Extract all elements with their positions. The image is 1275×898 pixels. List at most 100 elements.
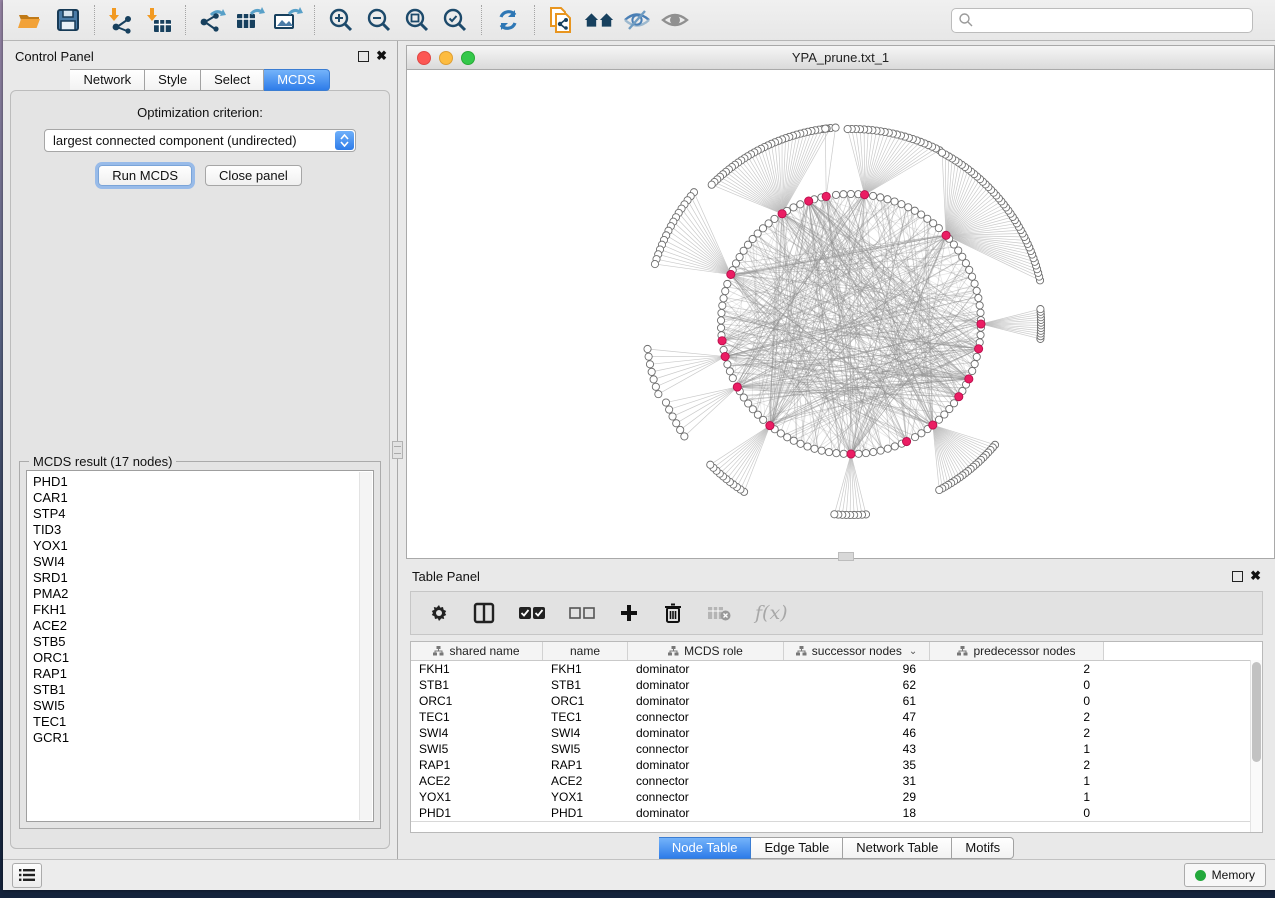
float-panel-icon[interactable]: [1232, 571, 1243, 582]
table-row[interactable]: ORC1 ORC1 dominator 61 0: [411, 693, 1262, 709]
float-panel-icon[interactable]: [358, 51, 369, 62]
sort-chevron-icon[interactable]: ⌄: [909, 646, 917, 657]
table-row[interactable]: PHD1 PHD1 dominator 18 0: [411, 805, 1262, 821]
table-tab[interactable]: Node Table: [659, 837, 752, 859]
mcds-result-item[interactable]: STP4: [33, 506, 357, 522]
deselect-all-icon[interactable]: [569, 606, 595, 620]
column-header-predecessor-nodes[interactable]: predecessor nodes: [930, 642, 1104, 660]
column-header-mcds-role[interactable]: MCDS role: [628, 642, 784, 660]
add-column-icon[interactable]: [619, 603, 639, 623]
table-body: FKH1 FKH1 dominator 96 2 STB1 STB1 domin…: [411, 661, 1262, 821]
table-row[interactable]: RAP1 RAP1 dominator 35 2: [411, 757, 1262, 773]
hierarchy-icon: [796, 646, 807, 656]
mcds-result-item[interactable]: TEC1: [33, 714, 357, 730]
close-panel-button[interactable]: Close panel: [205, 165, 302, 186]
table-row[interactable]: SWI5 SWI5 connector 43 1: [411, 741, 1262, 757]
mcds-result-item[interactable]: PMA2: [33, 586, 357, 602]
search-box[interactable]: [951, 8, 1253, 33]
table-row[interactable]: FKH1 FKH1 dominator 96 2: [411, 661, 1262, 677]
table-options-icon[interactable]: [429, 603, 449, 623]
show-graphics-details-icon[interactable]: [659, 4, 691, 36]
delete-column-icon[interactable]: [663, 602, 683, 624]
toolbar-separator: [314, 5, 315, 35]
control-panel-tab[interactable]: Select: [201, 69, 264, 91]
mcds-result-item[interactable]: FKH1: [33, 602, 357, 618]
open-file-icon[interactable]: [14, 4, 46, 36]
mcds-result-list[interactable]: PHD1CAR1STP4TID3YOX1SWI4SRD1PMA2FKH1ACE2…: [26, 470, 374, 822]
vertical-split-grabber[interactable]: [392, 441, 403, 459]
function-builder-icon: f(x): [755, 602, 788, 624]
save-session-icon[interactable]: [52, 4, 84, 36]
control-panel-tab[interactable]: Style: [145, 69, 201, 91]
criterion-dropdown[interactable]: largest connected component (undirected): [44, 129, 356, 152]
import-table-icon[interactable]: [143, 4, 175, 36]
column-header-shared-name[interactable]: shared name: [411, 642, 543, 660]
control-panel: Control Panel ✖ NetworkStyleSelectMCDS O…: [3, 41, 398, 859]
memory-button[interactable]: Memory: [1184, 863, 1266, 887]
table-row[interactable]: SWI4 SWI4 dominator 46 2: [411, 725, 1262, 741]
search-input[interactable]: [974, 12, 1246, 29]
optimization-criterion-label: Optimization criterion:: [11, 105, 389, 120]
table-row[interactable]: YOX1 YOX1 connector 29 1: [411, 789, 1262, 805]
mcds-result-item[interactable]: SRD1: [33, 570, 357, 586]
criterion-dropdown-value: largest connected component (undirected): [53, 133, 297, 148]
task-history-button[interactable]: [12, 863, 42, 888]
column-header-name[interactable]: name: [543, 642, 628, 660]
search-icon: [958, 12, 974, 28]
mcds-result-item[interactable]: PHD1: [33, 474, 357, 490]
mcds-result-item[interactable]: STB1: [33, 682, 357, 698]
horizontal-split-grabber[interactable]: [838, 552, 854, 561]
table-row[interactable]: ACE2 ACE2 connector 31 1: [411, 773, 1262, 789]
mcds-result-item[interactable]: YOX1: [33, 538, 357, 554]
export-image-icon[interactable]: [272, 4, 304, 36]
mcds-result-item[interactable]: ORC1: [33, 650, 357, 666]
table-tab[interactable]: Motifs: [952, 837, 1014, 859]
mcds-result-item[interactable]: STB5: [33, 634, 357, 650]
network-graph[interactable]: [407, 70, 1271, 559]
hierarchy-icon: [668, 646, 679, 656]
toolbar-separator: [185, 5, 186, 35]
hide-graphics-details-icon[interactable]: [621, 4, 653, 36]
show-all-networks-icon[interactable]: [583, 4, 615, 36]
status-bar: Memory: [3, 859, 1275, 890]
control-panel-tab[interactable]: Network: [70, 69, 145, 91]
export-table-icon[interactable]: [234, 4, 266, 36]
close-panel-icon[interactable]: ✖: [1250, 571, 1261, 581]
table-panel: Table Panel ✖: [398, 559, 1275, 859]
mcds-result-item[interactable]: CAR1: [33, 490, 357, 506]
import-network-icon[interactable]: [105, 4, 137, 36]
export-network-icon[interactable]: [196, 4, 228, 36]
table-row[interactable]: STB1 STB1 dominator 62 0: [411, 677, 1262, 693]
table-tab[interactable]: Network Table: [843, 837, 952, 859]
list-scrollbar[interactable]: [359, 472, 372, 820]
scrollbar-thumb[interactable]: [1252, 662, 1261, 762]
clone-network-icon[interactable]: [545, 4, 577, 36]
control-panel-tab[interactable]: MCDS: [264, 69, 329, 91]
mcds-result-item[interactable]: TID3: [33, 522, 357, 538]
mcds-result-item[interactable]: RAP1: [33, 666, 357, 682]
zoom-out-icon[interactable]: [363, 4, 395, 36]
table-tabs: Node TableEdge TableNetwork TableMotifs: [659, 837, 1014, 859]
table-scrollbar[interactable]: [1250, 660, 1262, 832]
zoom-fit-icon[interactable]: [401, 4, 433, 36]
mcds-result-item[interactable]: SWI4: [33, 554, 357, 570]
table-toolbar: f(x): [410, 591, 1263, 635]
mcds-result-item[interactable]: ACE2: [33, 618, 357, 634]
network-window-title: YPA_prune.txt_1: [407, 50, 1274, 65]
select-all-icon[interactable]: [519, 606, 545, 620]
column-header-successor-nodes[interactable]: successor nodes ⌄: [784, 642, 930, 660]
control-panel-tabs: NetworkStyleSelectMCDS: [3, 69, 397, 91]
zoom-in-icon[interactable]: [325, 4, 357, 36]
refresh-icon[interactable]: [492, 4, 524, 36]
network-window-titlebar[interactable]: YPA_prune.txt_1: [406, 45, 1275, 70]
table-tab[interactable]: Edge Table: [751, 837, 843, 859]
dropdown-stepper-icon: [335, 131, 354, 150]
toggle-column-view-icon[interactable]: [473, 602, 495, 624]
mcds-result-item[interactable]: SWI5: [33, 698, 357, 714]
run-mcds-button[interactable]: Run MCDS: [98, 165, 192, 186]
mcds-result-item[interactable]: GCR1: [33, 730, 357, 746]
zoom-selected-icon[interactable]: [439, 4, 471, 36]
table-row[interactable]: TEC1 TEC1 connector 47 2: [411, 709, 1262, 725]
network-canvas[interactable]: [406, 70, 1275, 559]
close-panel-icon[interactable]: ✖: [376, 51, 387, 61]
